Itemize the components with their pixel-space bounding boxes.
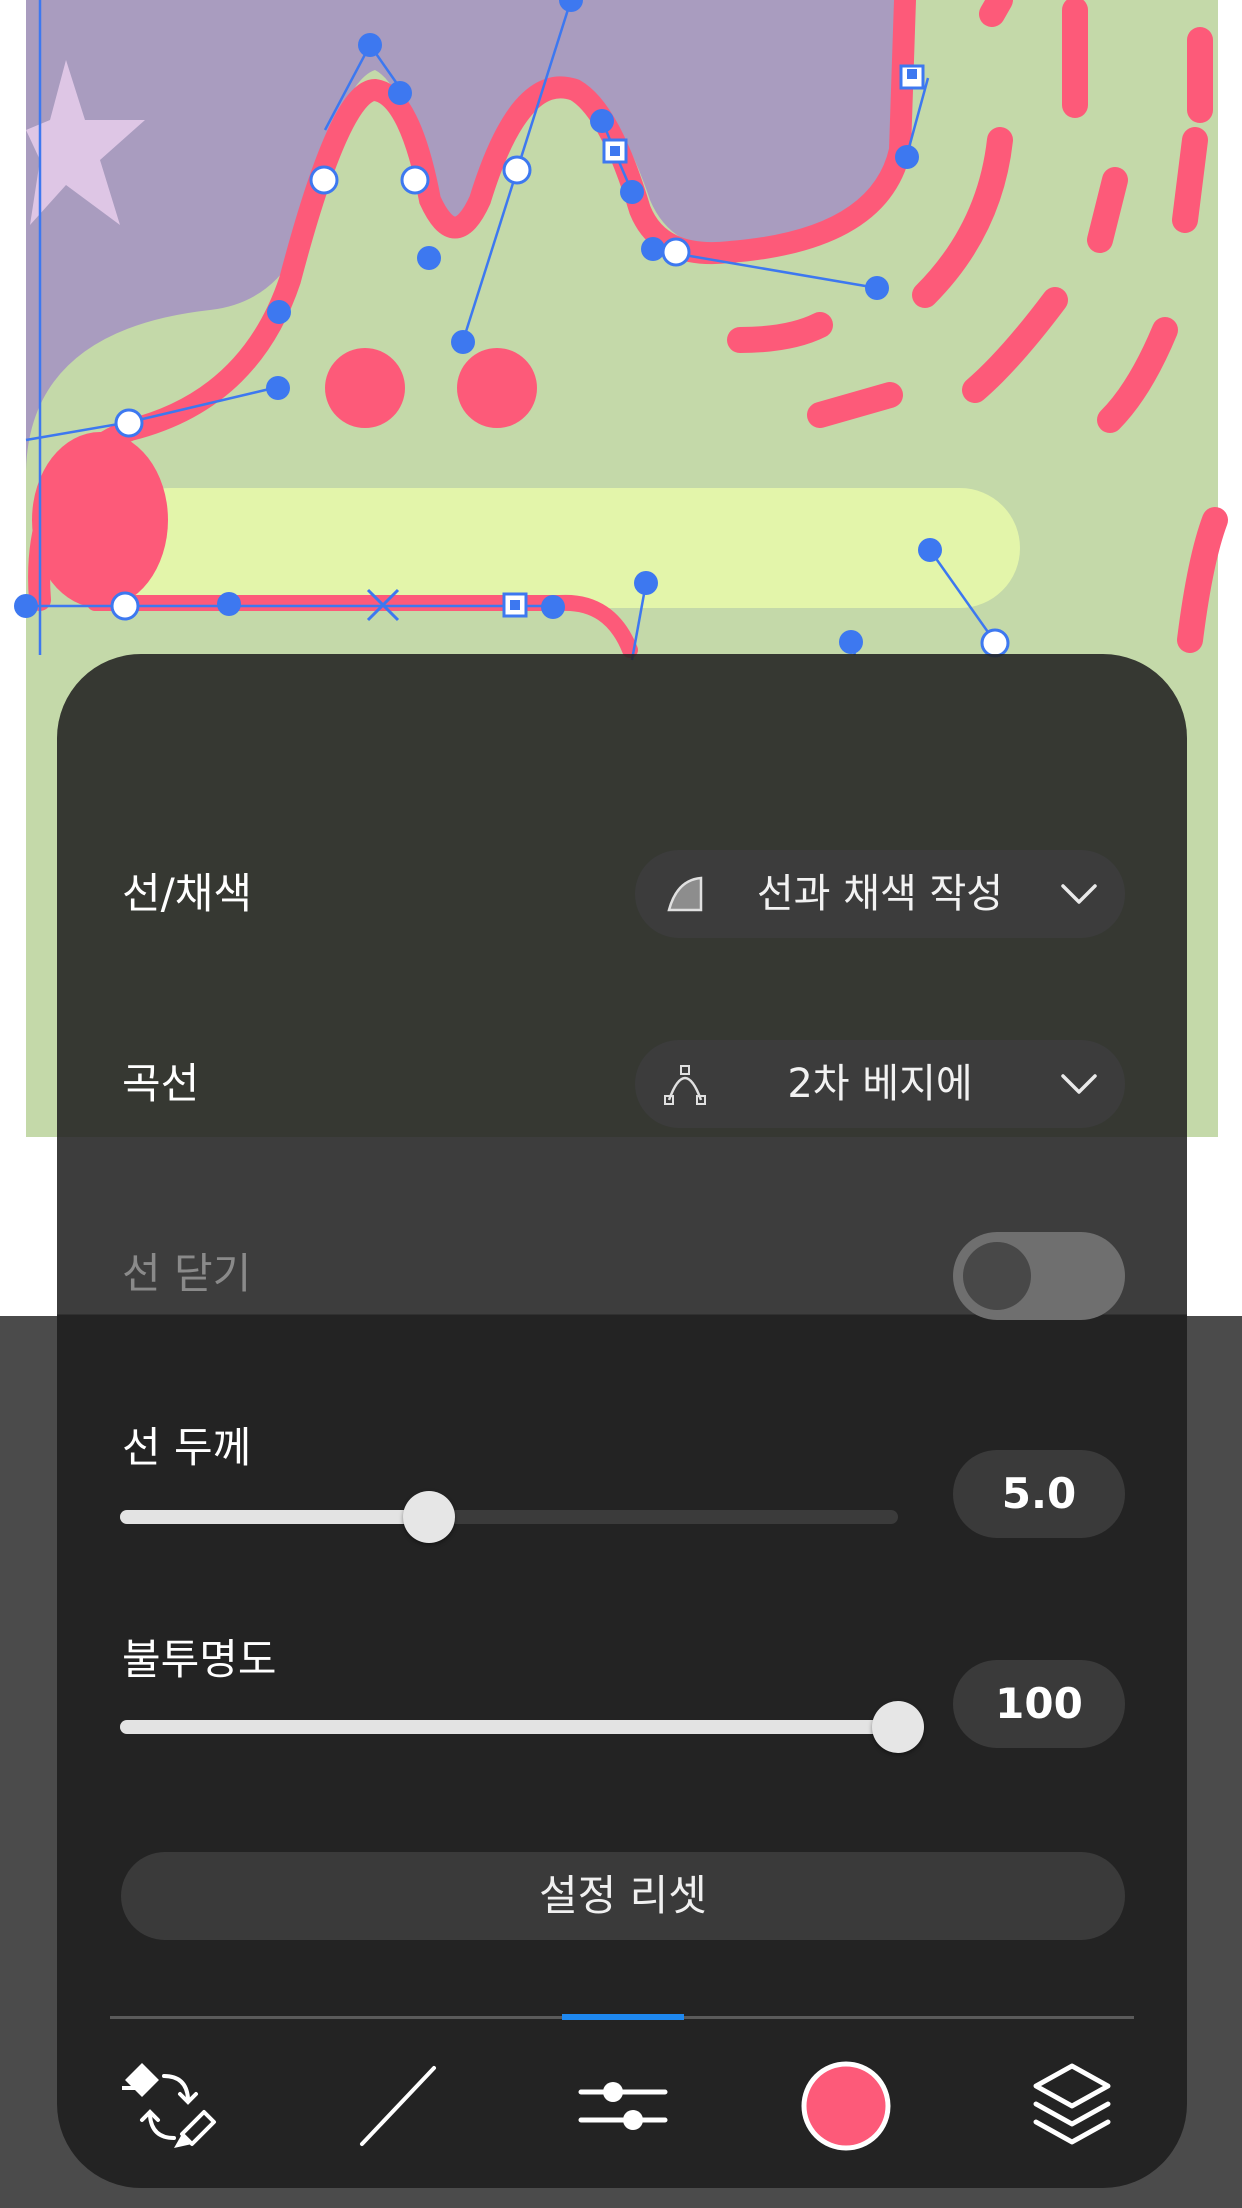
color-swatch: [801, 2061, 891, 2151]
close-line-toggle[interactable]: [953, 1232, 1125, 1320]
bezier-curve-icon: [664, 1065, 706, 1105]
stroke-fill-value: 선과 채색 작성: [756, 871, 1004, 917]
pink-blob: [32, 432, 168, 608]
thickness-value[interactable]: 5.0: [953, 1450, 1125, 1538]
curve-value: 2차 베지에: [787, 1061, 973, 1107]
thickness-slider[interactable]: [120, 1491, 898, 1543]
eraser-brush-swap-button[interactable]: [108, 2054, 228, 2158]
layers-button[interactable]: [1012, 2054, 1132, 2158]
opacity-slider-fill: [120, 1720, 898, 1734]
chevron-down-icon: [1061, 1074, 1097, 1094]
color-picker-button[interactable]: [786, 2054, 906, 2158]
toggle-knob: [963, 1242, 1031, 1310]
chevron-down-icon: [1061, 884, 1097, 904]
thickness-slider-fill: [120, 1510, 429, 1524]
curve-dropdown[interactable]: 2차 베지에: [635, 1040, 1125, 1128]
thickness-slider-thumb[interactable]: [402, 1491, 455, 1543]
line-tool-button[interactable]: [338, 2054, 458, 2158]
opacity-slider-thumb[interactable]: [872, 1701, 924, 1753]
pink-dot: [457, 348, 537, 428]
opacity-slider[interactable]: [120, 1701, 924, 1753]
thickness-label: 선 두께: [122, 1423, 252, 1472]
close-line-label: 선 닫기: [122, 1249, 252, 1298]
curve-label: 곡선: [122, 1059, 200, 1108]
yellow-bar: [110, 488, 1020, 608]
settings-sliders-icon: [578, 2082, 668, 2130]
opacity-value[interactable]: 100: [953, 1660, 1125, 1748]
opacity-label: 불투명도: [122, 1635, 277, 1684]
line-tool-settings-panel: 선/채색 선과 채색 작성 곡선 2차 베지에 선 닫기 선 두께 5.0 불투…: [57, 654, 1187, 2188]
pink-dot: [325, 348, 405, 428]
stroke-fill-label: 선/채색: [122, 869, 253, 918]
stroke-fill-icon: [667, 876, 703, 912]
eraser-brush-swap-icon: [122, 2063, 216, 2148]
line-tool-icon: [360, 2066, 436, 2146]
stroke-fill-dropdown[interactable]: 선과 채색 작성: [635, 850, 1125, 938]
settings-tab-button[interactable]: [563, 2054, 683, 2158]
active-tab-indicator: [562, 2014, 684, 2020]
reset-settings-button[interactable]: 설정 리셋: [121, 1852, 1125, 1940]
layers-icon: [1033, 2063, 1111, 2145]
